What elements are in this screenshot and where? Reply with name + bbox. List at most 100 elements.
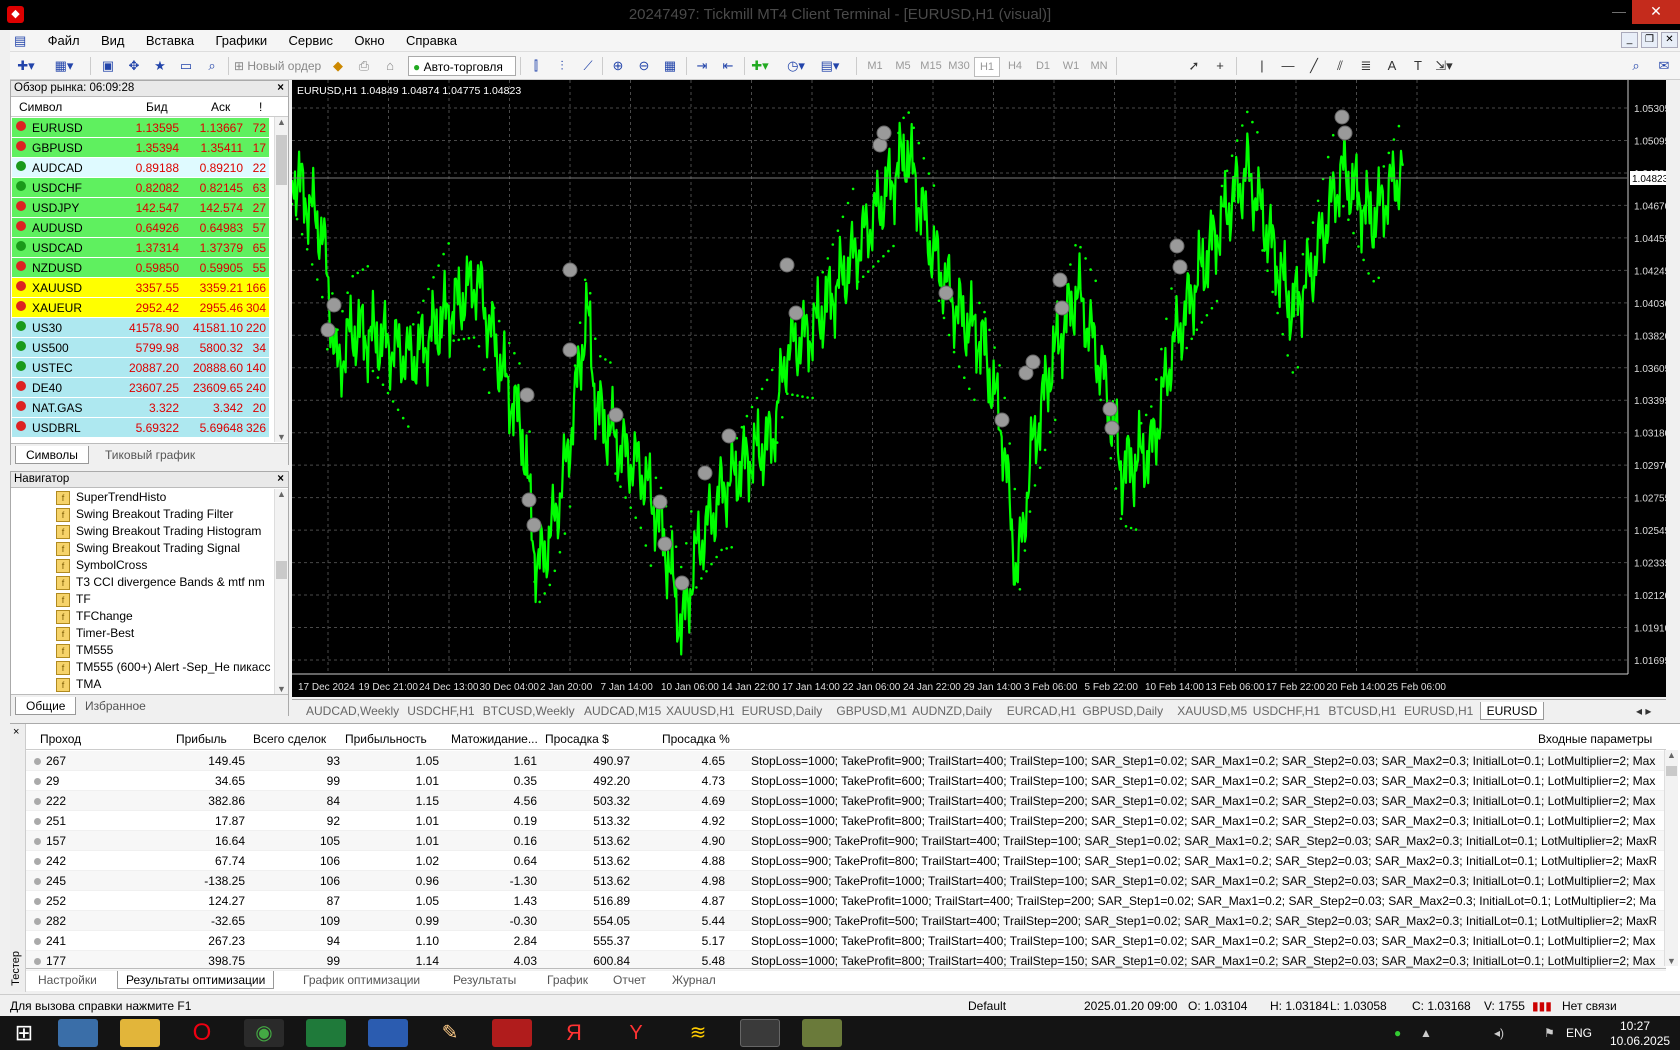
status-connection[interactable]: Нет связи [1562,999,1617,1013]
table-row[interactable]: 267 149.45 93 1.05 1.61 490.97 4.65 StopLoss=10… [26,751,1666,771]
col-drawdown-money[interactable]: Просадка $ [545,732,609,746]
trade-marker[interactable] [1025,354,1041,370]
table-row[interactable]: 157 16.64 105 1.01 0.16 513.62 4.90 StopLoss=90… [26,831,1666,851]
arrows-icon[interactable]: ⇲▾ [1434,56,1454,76]
chart-tab[interactable]: AUDNZD,Daily [912,702,992,720]
opera-icon[interactable]: O [182,1019,222,1047]
market-watch-row[interactable]: AUDUSD 0.64926 0.64983 57 [12,218,269,237]
mdi-minimize-icon[interactable]: _ [1621,32,1638,48]
navigator-item[interactable]: f TM555 (600+) Alert -Sep_He пикасс [56,660,278,678]
trade-marker[interactable] [1334,109,1350,125]
trade-marker[interactable] [1102,401,1118,417]
pdf-icon[interactable] [492,1019,532,1047]
market-watch-row[interactable]: NZDUSD 0.59850 0.59905 55 [12,258,269,277]
col-bid[interactable]: Бид [146,100,168,114]
chart-canvas[interactable]: 1.053051.050951.048801.046701.044551.042… [290,80,1671,697]
chart-tab[interactable]: AUDCAD,Weekly [306,702,399,720]
trade-marker[interactable] [779,257,795,273]
trade-marker[interactable] [788,305,804,321]
tf-h4[interactable]: H4 [1002,57,1028,75]
tester-tab[interactable]: Результаты [445,971,524,989]
signals-icon[interactable]: ⌂ [380,56,400,76]
metatrader-icon[interactable] [740,1019,780,1047]
yandex-browser-icon[interactable]: Y [616,1019,656,1047]
table-row[interactable]: 282 -32.65 109 0.99 -0.30 554.05 5.44 StopLoss=… [26,911,1666,931]
tester-icon[interactable]: ⌕ [202,56,222,76]
tab-general[interactable]: Общие [15,697,77,715]
navigator-item[interactable]: f Swing Breakout Trading Filter [56,507,278,525]
market-watch-row[interactable]: USDBRL 5.69322 5.69648 326 [12,418,269,437]
menu-file[interactable]: Файл [39,30,89,51]
chart-tab[interactable]: GBPUSD,M1 [836,702,907,720]
col-symbol[interactable]: Символ [19,100,62,114]
volume-icon[interactable]: ◂) [1494,1026,1504,1040]
navigator-item[interactable]: f Timer-Best [56,626,278,644]
close-button[interactable]: ✕ [1632,0,1680,24]
col-expected-payoff[interactable]: Матожидание... [451,732,538,746]
tester-tab[interactable]: Отчет [605,971,654,989]
market-watch-row[interactable]: US500 5799.98 5800.32 34 [12,338,269,357]
trade-marker[interactable] [876,125,892,141]
flag-icon[interactable]: ⚑ [1544,1026,1555,1040]
market-watch-row[interactable]: EURUSD 1.13595 1.13667 72 [12,118,269,137]
tab-scroll-arrows-icon[interactable]: ◂ ▸ [1636,702,1651,720]
trade-marker[interactable] [608,407,624,423]
profiles-icon[interactable]: ▦▾ [54,56,74,76]
text-icon[interactable]: A [1382,56,1402,76]
trade-marker[interactable] [526,517,542,533]
clock-time[interactable]: 10:27 [1620,1019,1650,1033]
trade-marker[interactable] [1172,259,1188,275]
close-icon[interactable]: × [13,726,19,738]
navigator-item[interactable]: f T3 CCI divergence Bands & mtf nm [56,575,278,593]
close-icon[interactable]: × [277,472,284,487]
menu-insert[interactable]: Вставка [137,30,203,51]
menu-help[interactable]: Справка [397,30,466,51]
tester-tab[interactable]: Настройки [30,971,105,989]
trade-marker[interactable] [326,297,342,313]
trade-marker[interactable] [721,428,737,444]
market-watch-row[interactable]: NAT.GAS 3.322 3.342 20 [12,398,269,417]
horizontal-line-icon[interactable]: — [1278,56,1298,76]
chart-tab[interactable]: AUDCAD,M15 [584,702,661,720]
tab-symbols[interactable]: Символы [15,446,89,464]
menu-tools[interactable]: Сервис [280,30,343,51]
market-watch-scrollbar[interactable]: ▲ ▼ [274,117,288,442]
menu-window[interactable]: Окно [345,30,393,51]
chart-tab[interactable]: EURUSD,Daily [742,702,823,720]
print-icon[interactable]: ⎙ [354,56,374,76]
tf-w1[interactable]: W1 [1058,57,1084,75]
market-watch-row[interactable]: DE40 23607.25 23609.65 240 [12,378,269,397]
line-chart-icon[interactable]: ⟋ [578,56,598,76]
market-watch-row[interactable]: XAUEUR 2952.42 2955.46 304 [12,298,269,317]
meta-editor-icon[interactable]: ◆ [328,56,348,76]
market-watch-row[interactable]: US30 41578.90 41581.10 220 [12,318,269,337]
trade-marker[interactable] [1104,420,1120,436]
tf-m5[interactable]: M5 [890,57,916,75]
archive-icon[interactable] [802,1019,842,1047]
folder-icon[interactable] [120,1019,160,1047]
trade-marker[interactable] [938,285,954,301]
trade-marker[interactable] [320,322,336,338]
trade-marker[interactable] [1169,238,1185,254]
market-watch-row[interactable]: USDCHF 0.82082 0.82145 63 [12,178,269,197]
trade-marker[interactable] [1052,272,1068,288]
navigator-item[interactable]: f SuperTrendHisto [56,490,278,508]
col-input-params[interactable]: Входные параметры [1538,732,1652,746]
bitcoin-app-icon[interactable]: ≋ [678,1019,718,1047]
yandex-icon[interactable]: Я [554,1019,594,1047]
market-watch-row[interactable]: USDCAD 1.37314 1.37379 65 [12,238,269,257]
tab-favorites[interactable]: Избранное [75,697,156,715]
trade-marker[interactable] [674,575,690,591]
trade-marker[interactable] [697,465,713,481]
tf-m30[interactable]: M30 [946,57,972,75]
computer-icon[interactable] [58,1019,98,1047]
chart-shift-icon[interactable]: ⇤ [718,56,738,76]
col-spread[interactable]: ! [259,100,262,114]
tile-windows-icon[interactable]: ▦ [660,56,680,76]
windows-start-icon[interactable]: ⊞ [4,1019,44,1047]
terminal-icon[interactable]: ▭ [176,56,196,76]
navigator-item[interactable]: f TM555 [56,643,278,661]
minimize-button[interactable]: — [1604,0,1634,24]
chart-tab[interactable]: EURUSD,H1 [1404,702,1473,720]
tester-tab[interactable]: Журнал [664,971,724,989]
